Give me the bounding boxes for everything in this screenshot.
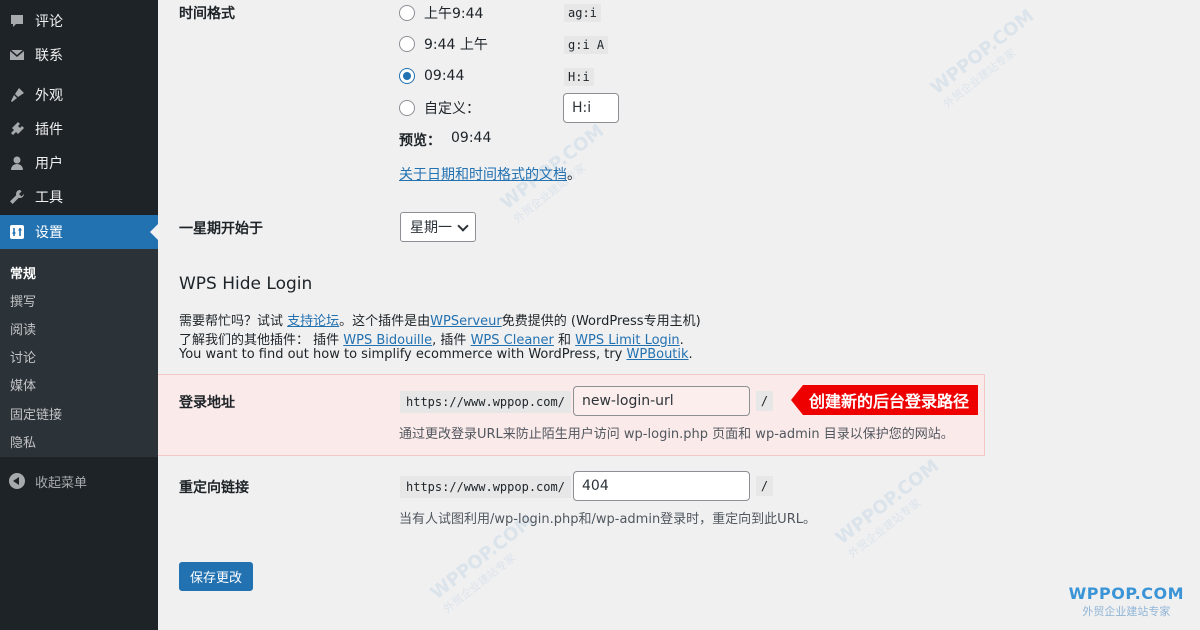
ecommerce-line: You want to find out how to simplify eco… <box>179 347 693 362</box>
section-title: WPS Hide Login <box>179 274 313 294</box>
doc-link-row: 关于日期和时间格式的文档。 <box>399 167 581 183</box>
custom-time-format-input[interactable]: H:i <box>563 93 619 123</box>
collapse-menu-button[interactable]: 收起菜单 <box>0 468 158 494</box>
redirect-url-input[interactable]: 404 <box>573 471 750 501</box>
brand-watermark: WPPOP.COM 外贸企业建站专家 <box>1069 584 1184 619</box>
wrench-icon <box>9 189 25 205</box>
submenu-item-permalinks[interactable]: 固定链接 <box>10 404 62 423</box>
watermark: WPPOP.COM 外贸企业建站专家 <box>831 455 944 561</box>
sidebar-item-label: 插件 <box>35 122 63 138</box>
redirect-url-prefix: https://www.wppop.com/ <box>400 476 571 498</box>
preview-value: 09:44 <box>451 130 492 146</box>
sidebar-item-label: 评论 <box>35 14 63 30</box>
other-plugins-line: 了解我们的其他插件： 插件 WPS Bidouille, 插件 WPS Clea… <box>179 333 684 348</box>
radio-label: 上午9:44 <box>424 6 484 22</box>
login-url-prefix: https://www.wppop.com/ <box>400 391 571 413</box>
sidebar-item-label: 设置 <box>35 225 63 241</box>
radio-label: 自定义： <box>424 101 480 117</box>
save-changes-button[interactable]: 保存更改 <box>179 562 253 591</box>
format-code: H:i <box>564 68 594 86</box>
sidebar-item-contact[interactable]: 联系 <box>0 38 158 72</box>
submenu-item-general[interactable]: 常规 <box>10 263 36 282</box>
wps-cleaner-link[interactable]: WPS Cleaner <box>471 333 554 348</box>
submenu-item-reading[interactable]: 阅读 <box>10 319 36 338</box>
week-start-select[interactable]: 星期一 <box>400 212 476 242</box>
settings-icon <box>9 224 25 240</box>
submenu-item-privacy[interactable]: 隐私 <box>10 432 36 451</box>
callout-text: 创建新的后台登录路径 <box>803 385 979 415</box>
time-format-option-2[interactable]: 9:44 上午 <box>399 34 488 54</box>
sidebar-item-label: 联系 <box>35 48 63 64</box>
chevron-down-icon <box>457 220 469 232</box>
collapse-icon <box>9 473 25 489</box>
radio-button[interactable] <box>399 5 415 21</box>
time-format-label: 时间格式 <box>179 6 235 22</box>
radio-label: 09:44 <box>424 68 465 84</box>
settings-submenu: 常规 撰写 阅读 讨论 媒体 固定链接 隐私 <box>0 249 158 457</box>
redirect-url-suffix: / <box>756 476 773 496</box>
sidebar-item-label: 工具 <box>35 190 63 206</box>
help-line: 需要帮忙吗？试试 支持论坛。这个插件是由WPServeur免费提供的 (Word… <box>179 314 701 329</box>
support-forum-link[interactable]: 支持论坛 <box>287 314 339 329</box>
login-url-suffix: / <box>756 391 773 411</box>
callout-arrow <box>791 385 803 415</box>
wpboutik-link[interactable]: WPBoutik <box>627 347 689 362</box>
time-preview: 预览： 09:44 <box>399 130 491 150</box>
brand-logo-text: WPPOP.COM <box>1068 584 1184 603</box>
brand-tagline: 外贸企业建站专家 <box>1082 605 1171 618</box>
format-code: g:i A <box>564 36 609 54</box>
time-format-option-3[interactable]: 09:44 <box>399 66 464 86</box>
redirect-url-description: 当有人试图利用/wp-login.php和/wp-admin登录时，重定向到此U… <box>399 512 816 527</box>
plugin-icon <box>9 121 25 137</box>
radio-button[interactable] <box>399 100 415 116</box>
date-time-doc-link[interactable]: 关于日期和时间格式的文档 <box>399 167 567 183</box>
radio-button[interactable] <box>399 36 415 52</box>
time-format-option-custom[interactable]: 自定义： <box>399 98 480 118</box>
user-icon <box>9 155 25 171</box>
sidebar-item-appearance[interactable]: 外观 <box>0 78 158 112</box>
mail-icon <box>9 47 25 63</box>
sidebar-item-comments[interactable]: 评论 <box>0 4 158 38</box>
format-code: ag:i <box>564 4 601 22</box>
login-url-description: 通过更改登录URL来防止陌生用户访问 wp-login.php 页面和 wp-a… <box>399 427 954 442</box>
wps-limit-login-link[interactable]: WPS Limit Login <box>575 333 680 348</box>
submenu-item-discussion[interactable]: 讨论 <box>10 347 36 366</box>
week-start-label: 一星期开始于 <box>179 221 263 237</box>
callout-annotation: 创建新的后台登录路径 <box>791 385 979 415</box>
comment-icon <box>9 13 25 29</box>
select-value: 星期一 <box>410 220 452 236</box>
sidebar-item-label: 用户 <box>35 156 63 172</box>
radio-button-checked[interactable] <box>399 68 415 84</box>
preview-label: 预览： <box>399 133 441 149</box>
wps-bidouille-link[interactable]: WPS Bidouille <box>343 333 432 348</box>
collapse-menu-label: 收起菜单 <box>35 475 88 491</box>
sidebar-item-plugins[interactable]: 插件 <box>0 112 158 146</box>
sidebar-item-users[interactable]: 用户 <box>0 146 158 180</box>
submenu-item-media[interactable]: 媒体 <box>10 375 36 394</box>
sidebar-item-label: 外观 <box>35 88 63 104</box>
login-url-label: 登录地址 <box>179 395 235 411</box>
wpserveur-link[interactable]: WPServeur <box>430 314 502 329</box>
time-format-option-1[interactable]: 上午9:44 <box>399 3 483 23</box>
sidebar-item-settings[interactable]: 设置 <box>0 215 158 249</box>
watermark: WPPOP.COM 外贸企业建站专家 <box>926 5 1039 111</box>
submenu-item-writing[interactable]: 撰写 <box>10 291 36 310</box>
login-url-input[interactable]: new-login-url <box>573 386 750 416</box>
sidebar-item-tools[interactable]: 工具 <box>0 180 158 214</box>
brush-icon <box>9 87 25 103</box>
redirect-url-label: 重定向链接 <box>179 480 249 496</box>
admin-sidebar: 评论 联系 外观 插件 用户 工具 设置 常规 撰写 阅读 讨论 媒体 固定链接… <box>0 0 158 630</box>
radio-label: 9:44 上午 <box>424 37 488 53</box>
